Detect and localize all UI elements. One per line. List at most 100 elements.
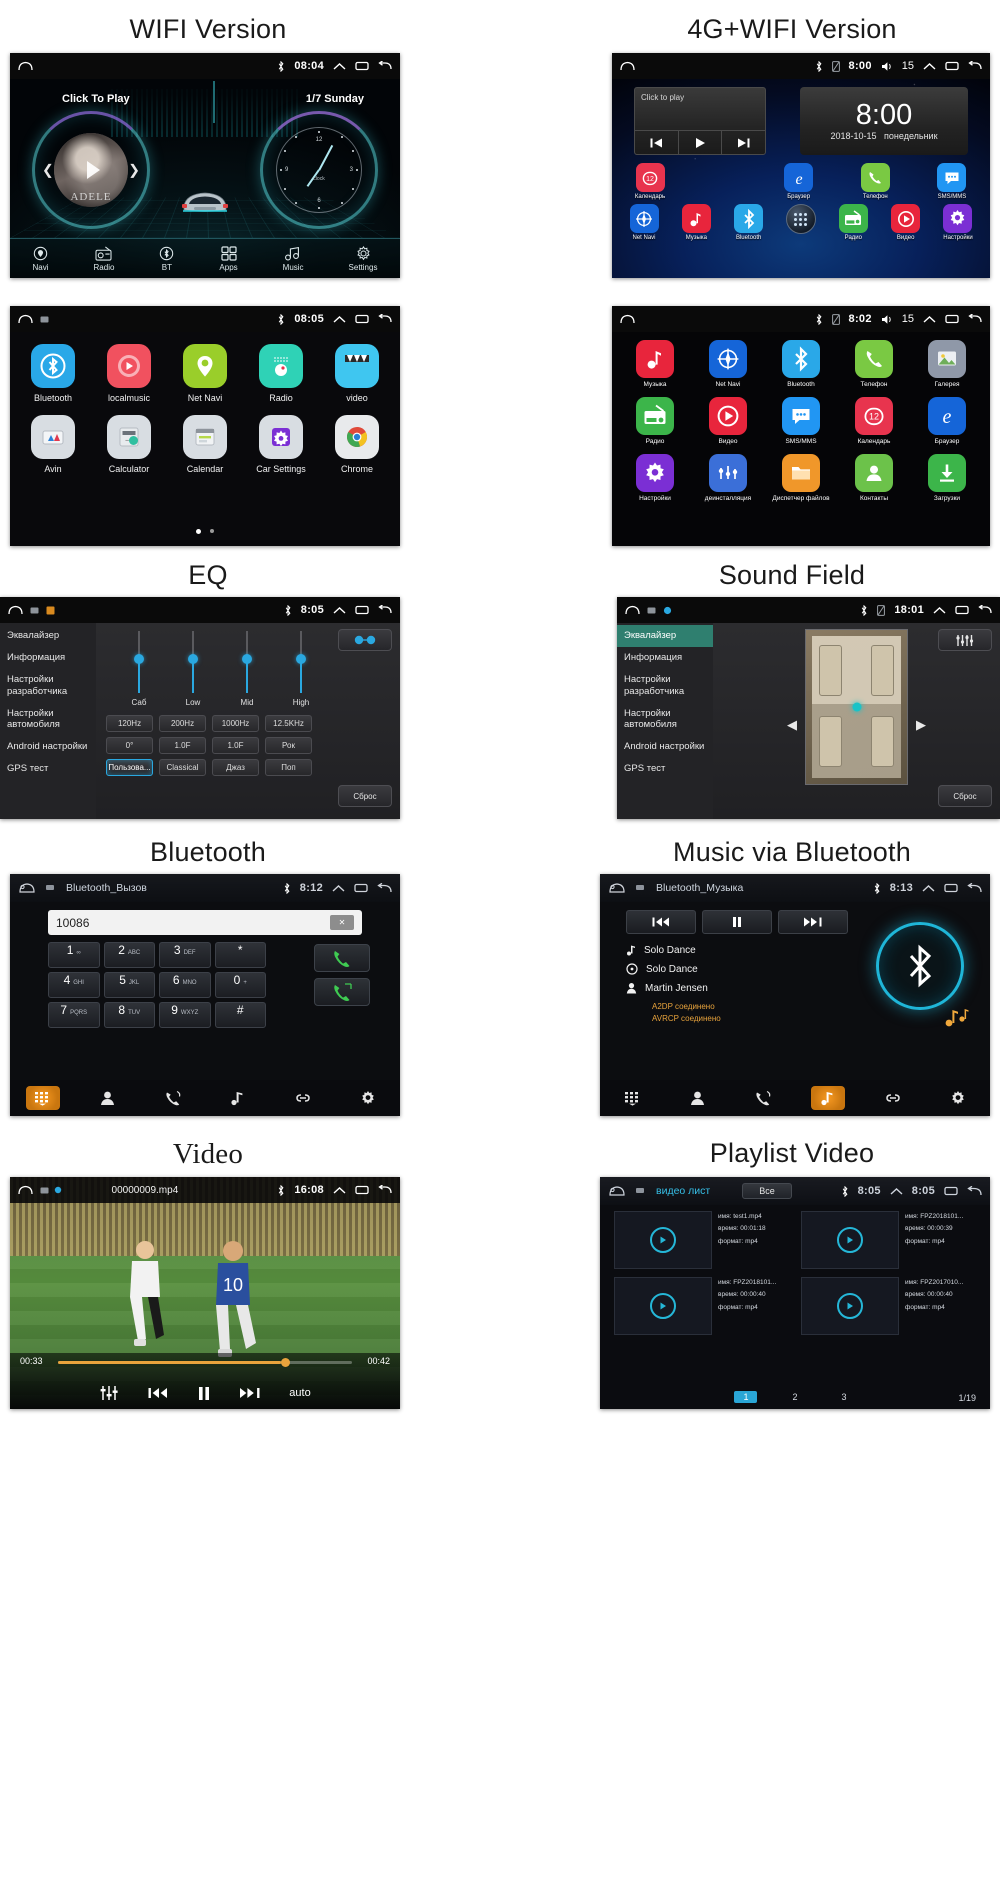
menu-item-car-settings[interactable]: Настройки автомобиля	[617, 703, 713, 737]
recents-icon[interactable]	[955, 605, 969, 615]
menu-item-car-settings[interactable]: Настройки автомобиля	[0, 703, 96, 737]
tab-keypad[interactable]	[616, 1086, 650, 1110]
menu-item-developer-settings[interactable]: Настройки разработчика	[617, 669, 713, 703]
app-netnavi[interactable]: Net Navi	[622, 204, 666, 241]
chevron-up-icon[interactable]	[933, 606, 946, 615]
home-icon[interactable]	[625, 605, 640, 615]
drawer-app-calculator[interactable]: − Calculator	[96, 415, 162, 474]
bt-home-icon[interactable]	[18, 882, 36, 894]
back-icon[interactable]	[378, 605, 392, 615]
tab-music[interactable]	[810, 1086, 845, 1110]
recents-icon[interactable]	[944, 883, 958, 893]
menu-item-developer-settings[interactable]: Настройки разработчика	[0, 669, 96, 703]
screen-home-4g[interactable]: 8:00 15 Click to play 8:00 2018-10-15 по…	[612, 53, 990, 278]
recents-icon[interactable]	[945, 314, 959, 324]
drawer-app-kalendar[interactable]: 12 Календарь	[843, 397, 905, 445]
balance-button[interactable]	[338, 629, 392, 651]
drawer-app-muzyka[interactable]: Музыка	[624, 340, 686, 388]
page-button-1[interactable]: 1	[734, 1391, 758, 1403]
drawer-app-carsettings[interactable]: Car Settings	[248, 415, 314, 474]
player-widget[interactable]: Click to play	[634, 87, 766, 155]
app-bluetooth[interactable]: Bluetooth	[727, 204, 771, 241]
eq-slider-low[interactable]: Low	[178, 631, 208, 707]
menu-item-information[interactable]: Информация	[0, 647, 96, 669]
recents-icon[interactable]	[355, 61, 369, 71]
key-hash[interactable]: #	[214, 1002, 266, 1028]
page-button-2[interactable]: 2	[783, 1391, 806, 1403]
tab-settings[interactable]	[941, 1086, 975, 1110]
drawer-app-radio[interactable]: Radio	[248, 344, 314, 403]
key-6[interactable]: 6 MNO	[159, 972, 211, 998]
video-thumbnail[interactable]	[801, 1211, 899, 1269]
home-icon[interactable]	[18, 314, 33, 324]
screen-bluetooth-dialer[interactable]: Bluetooth_Вызов 8:12 10086 ✕ 1 ∞ 2 ABC 3…	[10, 874, 400, 1116]
dock-item-navi[interactable]: Navi	[33, 246, 49, 272]
next-track-arrow-icon[interactable]: ❯	[128, 162, 140, 179]
recents-icon[interactable]	[355, 605, 369, 615]
tab-music[interactable]	[221, 1086, 255, 1110]
preset-button-custom[interactable]: Пользова...	[106, 759, 153, 776]
back-icon[interactable]	[968, 61, 982, 71]
drawer-app-video[interactable]: Видео	[697, 397, 759, 445]
next-track-button[interactable]	[778, 910, 848, 934]
reset-button[interactable]: Сброс	[338, 785, 392, 807]
key-1[interactable]: 1 ∞	[48, 942, 100, 968]
drawer-app-chrome[interactable]: Chrome	[324, 415, 390, 474]
freq-button[interactable]: 120Hz	[106, 715, 153, 732]
gain-button[interactable]: 0°	[106, 737, 153, 754]
seek-thumb[interactable]	[281, 1358, 291, 1367]
recents-icon[interactable]	[945, 61, 959, 71]
dock-item-music[interactable]: Music	[283, 246, 304, 272]
app-settings[interactable]: Настройки	[936, 204, 980, 241]
app-sms[interactable]: SMS/MMS	[930, 163, 974, 200]
back-icon[interactable]	[967, 1185, 982, 1197]
drawer-app-uninstall[interactable]: деинсталляция	[697, 454, 759, 502]
tab-call-log[interactable]	[156, 1086, 190, 1110]
drawer-app-radio[interactable]: Радио	[624, 397, 686, 445]
dock-item-settings[interactable]: Settings	[349, 245, 377, 272]
screen-video-playlist[interactable]: видео лист Все 8:05 8:05 имя: test1.mp4 …	[600, 1177, 990, 1409]
menu-item-android-settings[interactable]: Android настройки	[617, 736, 713, 758]
tab-pairing[interactable]	[876, 1086, 910, 1110]
drawer-app-localmusic[interactable]: localmusic	[96, 344, 162, 403]
key-3[interactable]: 3 DEF	[159, 942, 211, 968]
slider-knob[interactable]	[296, 654, 306, 664]
video-thumbnail[interactable]	[614, 1211, 712, 1269]
freq-button[interactable]: 12.5KHz	[265, 715, 312, 732]
back-icon[interactable]	[378, 314, 392, 324]
back-icon[interactable]	[377, 882, 392, 894]
eq-slider-mid[interactable]: Mid	[232, 631, 262, 707]
play-icon[interactable]	[86, 161, 100, 179]
menu-icon[interactable]	[636, 884, 646, 892]
key-5[interactable]: 5 JKL	[103, 972, 155, 998]
app-phone[interactable]: Телефон	[853, 163, 897, 200]
drawer-app-galereya[interactable]: Галерея	[916, 340, 978, 388]
preset-button-classical[interactable]: Classical	[159, 759, 206, 776]
pause-button[interactable]	[197, 1386, 211, 1401]
chevron-up-icon[interactable]	[333, 606, 346, 615]
app-drawer-icon[interactable]	[785, 204, 816, 234]
menu-icon[interactable]	[46, 884, 56, 892]
drawer-app-downloads[interactable]: Загрузки	[916, 454, 978, 502]
drawer-app-filemanager[interactable]: Диспетчер файлов	[770, 454, 832, 502]
slider-knob[interactable]	[134, 654, 144, 664]
clock-widget[interactable]: 8:00 2018-10-15 понедельник	[800, 87, 968, 155]
key-0[interactable]: 0 +	[214, 972, 266, 998]
key-2[interactable]: 2 ABC	[103, 942, 155, 968]
car-cabin-view[interactable]	[805, 629, 908, 785]
app-video[interactable]: Видео	[884, 204, 928, 241]
sound-position-dot[interactable]	[852, 702, 861, 712]
drawer-app-calendar[interactable]: Calendar	[172, 415, 238, 474]
page-dot-active[interactable]	[196, 529, 201, 534]
key-9[interactable]: 9 WXYZ	[159, 1002, 211, 1028]
key-7[interactable]: 7 PQRS	[48, 1002, 100, 1028]
chevron-up-icon[interactable]	[333, 315, 346, 324]
home-icon[interactable]	[620, 314, 635, 324]
menu-item-equalizer[interactable]: Эквалайзер	[0, 625, 96, 647]
play-button[interactable]	[679, 131, 723, 154]
drawer-app-sms[interactable]: SMS/MMS	[770, 397, 832, 445]
hangup-button[interactable]	[314, 978, 370, 1006]
dock-item-bt[interactable]: BT	[159, 246, 174, 272]
freq-button[interactable]: 1000Hz	[212, 715, 259, 732]
app-muzyka[interactable]: Музыка	[674, 204, 718, 241]
